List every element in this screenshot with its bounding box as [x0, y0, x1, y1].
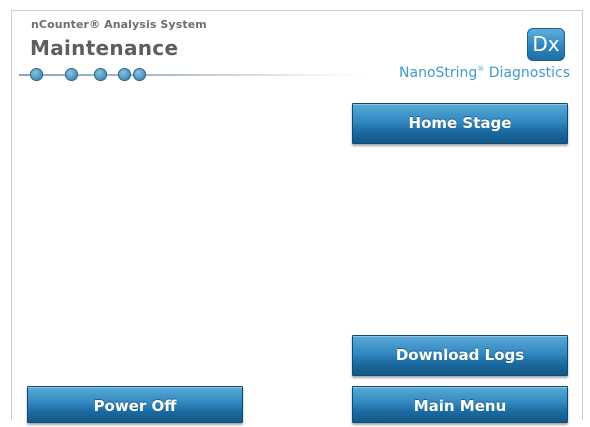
progress-step-dot	[118, 68, 131, 81]
download-logs-button-label: Download Logs	[395, 346, 525, 364]
progress-step-dot	[133, 68, 146, 81]
brand-name-text: NanoString	[399, 65, 478, 81]
power-off-button[interactable]: Power Off	[27, 386, 243, 423]
page-title: Maintenance	[30, 36, 179, 60]
brand-name: NanoString® Diagnostics	[399, 65, 570, 81]
home-stage-button-label: Home Stage	[408, 114, 512, 132]
app-name: nCounter® Analysis System	[31, 18, 207, 31]
app-window: nCounter® Analysis System Maintenance Dx…	[11, 10, 583, 423]
progress-step-dot	[30, 68, 43, 81]
dx-logo: Dx	[527, 28, 565, 61]
progress-step-dot	[65, 68, 78, 81]
home-stage-button[interactable]: Home Stage	[352, 103, 568, 144]
download-logs-button[interactable]: Download Logs	[352, 335, 568, 376]
power-off-button-label: Power Off	[93, 397, 177, 415]
main-menu-button-label: Main Menu	[413, 397, 507, 415]
brand-suffix-text: Diagnostics	[484, 65, 570, 81]
progress-step-dot	[94, 68, 107, 81]
main-menu-button[interactable]: Main Menu	[352, 386, 568, 423]
